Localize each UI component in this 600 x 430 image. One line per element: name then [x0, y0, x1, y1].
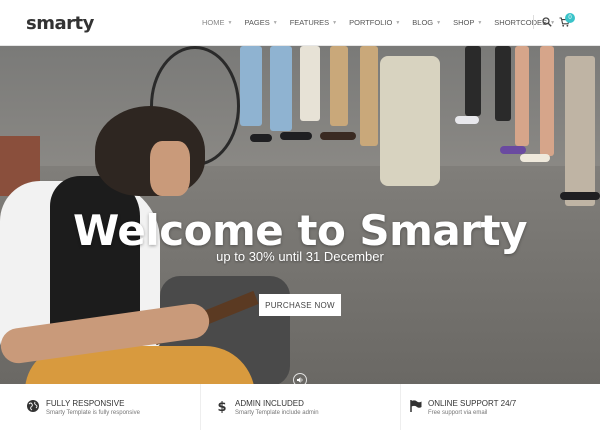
chevron-down-icon: ▼: [272, 19, 278, 26]
nav-item-label: PAGES: [244, 18, 270, 27]
features-bar: FULLY RESPONSIVE Smarty Template is full…: [0, 384, 600, 430]
crowd-leg: [240, 46, 262, 126]
site-header: smarty HOME ▼ PAGES ▼ FEATURES ▼ PORTFOLIO ▼…: [0, 0, 600, 46]
nav-item-blog[interactable]: BLOG ▼: [412, 18, 441, 27]
flag-icon: [410, 400, 422, 412]
purchase-now-button[interactable]: PURCHASE NOW: [259, 294, 341, 316]
feature-item-responsive: FULLY RESPONSIVE Smarty Template is full…: [0, 384, 200, 430]
cart-count-badge: 0: [565, 13, 575, 23]
crowd-shoe: [280, 132, 312, 140]
crowd-leg: [465, 46, 481, 116]
crowd-shoe: [560, 192, 600, 200]
chevron-down-icon: ▼: [395, 19, 401, 26]
crowd-shoe: [500, 146, 526, 154]
feature-description: Smarty Template is fully responsive: [46, 410, 140, 416]
feature-item-admin: $ ADMIN INCLUDED Smarty Template include…: [200, 384, 400, 430]
nav-item-label: FEATURES: [289, 18, 330, 27]
nav-item-label: BLOG: [412, 18, 434, 27]
dollar-icon: $: [217, 400, 226, 413]
nav-item-features[interactable]: FEATURES ▼: [290, 18, 337, 27]
nav-item-home[interactable]: HOME ▼: [202, 18, 232, 27]
crowd-leg: [515, 46, 529, 146]
crowd-leg: [540, 46, 554, 156]
crowd-leg: [270, 46, 292, 131]
crowd-shoe: [320, 132, 356, 140]
nav-item-portfolio[interactable]: PORTFOLIO ▼: [349, 18, 400, 27]
nav-item-label: PORTFOLIO: [349, 18, 393, 27]
crowd-leg: [330, 46, 348, 126]
feature-title: ADMIN INCLUDED: [235, 399, 304, 408]
nav-item-pages[interactable]: PAGES ▼: [244, 18, 277, 27]
hero-subtitle: up to 30% until 31 December: [216, 249, 384, 264]
nav-item-label: SHORTCODES: [494, 18, 548, 27]
crowd-leg: [565, 56, 595, 206]
hero-title: Welcome to Smarty: [73, 206, 527, 255]
crowd-leg: [300, 46, 320, 121]
hero-section: Welcome to Smarty up to 30% until 31 Dec…: [0, 46, 600, 384]
feature-description: Smarty Template include admin: [235, 410, 319, 416]
nav-item-label: HOME: [202, 18, 225, 27]
nav-item-shop[interactable]: SHOP ▼: [453, 18, 482, 27]
hero-person-face: [150, 141, 190, 196]
chevron-down-icon: ▼: [477, 19, 483, 26]
svg-text:$: $: [217, 400, 226, 413]
feature-item-support: ONLINE SUPPORT 24/7 Free support via ema…: [400, 384, 600, 430]
main-nav: HOME ▼ PAGES ▼ FEATURES ▼ PORTFOLIO ▼ BLOG ▼ …: [202, 18, 567, 27]
speaker-glyph: [297, 377, 303, 383]
speaker-icon[interactable]: [293, 373, 307, 384]
header-divider: [533, 15, 534, 29]
globe-icon: [27, 400, 39, 412]
crowd-shoe: [520, 154, 550, 162]
chevron-down-icon: ▼: [436, 19, 442, 26]
feature-title: FULLY RESPONSIVE: [46, 399, 125, 408]
site-logo[interactable]: smarty: [26, 13, 94, 34]
crowd-leg: [360, 46, 378, 146]
feature-title: ONLINE SUPPORT 24/7: [428, 399, 517, 408]
crowd-leg: [380, 56, 440, 186]
nav-item-label: SHOP: [453, 18, 475, 27]
feature-description: Free support via email: [428, 410, 488, 416]
chevron-down-icon: ▼: [227, 19, 233, 26]
search-icon[interactable]: [542, 17, 552, 27]
crowd-shoe: [455, 116, 479, 124]
crowd-shoe: [250, 134, 272, 142]
chevron-down-icon: ▼: [332, 19, 338, 26]
crowd-leg: [495, 46, 511, 121]
